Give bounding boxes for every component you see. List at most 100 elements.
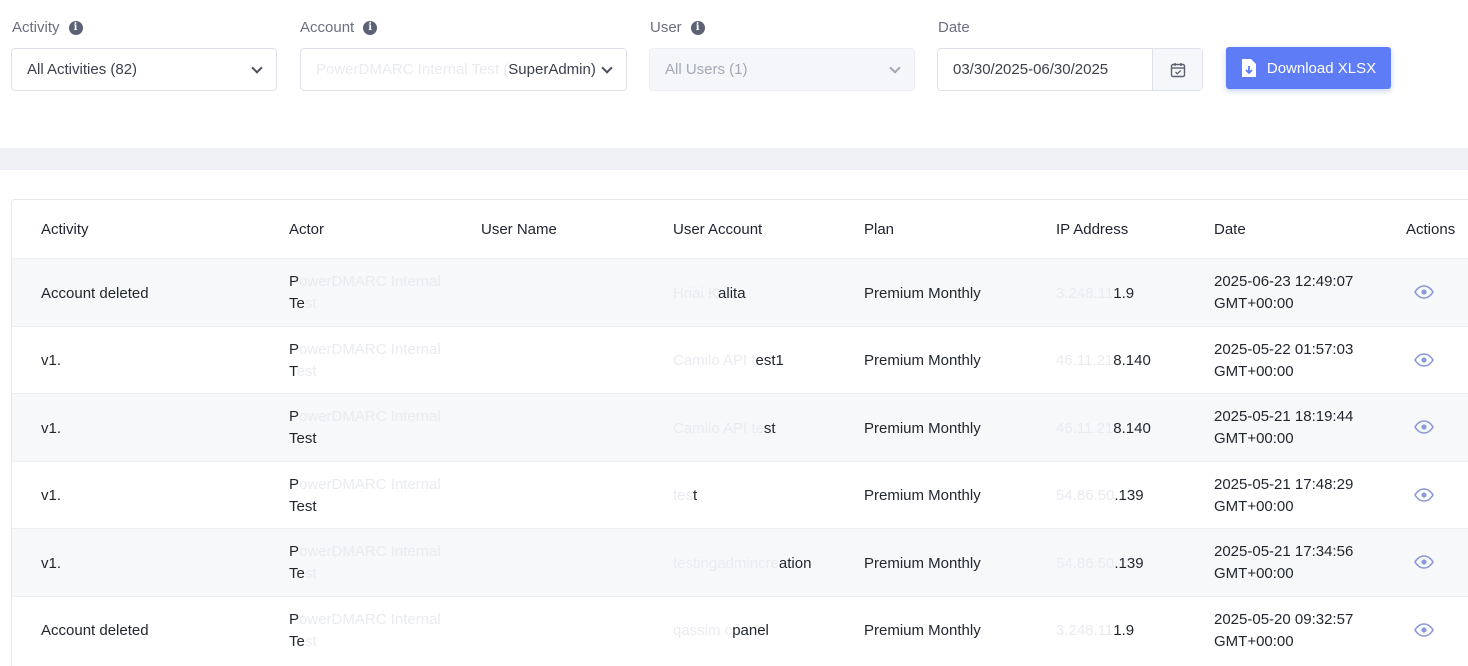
cell-plan: Premium Monthly: [864, 554, 981, 572]
date-line-2: GMT+00:00: [1214, 362, 1294, 380]
header-user-name: User Name: [481, 220, 557, 238]
calendar-icon: [1170, 62, 1185, 77]
cell-actor: PowerDMARC Internal Test: [289, 462, 441, 530]
cell-ip-address: 3.248.11 1.9: [1056, 284, 1135, 302]
cell-user-account: Camilo API t est1: [673, 352, 784, 369]
activity-select-value: All Activities (82): [27, 61, 138, 78]
cell-actor: PowerDMARC Internal Test: [289, 259, 441, 327]
cell-ip-address: 3.248.11 1.9: [1056, 622, 1135, 639]
account-filter-label: Account i: [300, 19, 378, 36]
cell-date: 2025-05-21 18:19:44 GMT+00:00: [1214, 394, 1353, 462]
activity-log-table: Activity Actor User Name User Account Pl…: [11, 199, 1468, 666]
date-line-2: GMT+00:00: [1214, 632, 1294, 650]
cell-plan: Premium Monthly: [864, 487, 981, 504]
actor-line-1: PowerDMARC Internal: [289, 610, 441, 628]
actor-line-2: Test: [289, 497, 317, 515]
actor-line-2: Test: [289, 565, 317, 582]
actor-line-2: Test: [289, 632, 317, 650]
actor-line-2: Test: [289, 295, 317, 312]
actor-line-1: PowerDMARC Internal: [289, 340, 441, 358]
date-line-1: 2025-05-22 01:57:03: [1214, 340, 1354, 358]
header-actor: Actor: [289, 220, 325, 238]
cell-activity: v1.: [41, 487, 62, 504]
actor-line-1: PowerDMARC Internal: [289, 543, 441, 560]
eye-icon[interactable]: [1414, 487, 1434, 506]
section-divider: [0, 148, 1468, 170]
user-select-value: All Users (1): [665, 61, 748, 78]
cell-date: 2025-06-23 12:49:07 GMT+00:00: [1214, 259, 1353, 327]
cell-user-account: tes t: [673, 487, 698, 504]
table-row: v1. PowerDMARC Internal Test testingadmincr…: [12, 528, 1468, 596]
cell-date: 2025-05-22 01:57:03 GMT+00:00: [1214, 327, 1353, 395]
date-label-text: Date: [938, 19, 970, 36]
cell-date: 2025-05-20 09:32:57 GMT+00:00: [1214, 597, 1353, 665]
file-download-icon: [1241, 59, 1256, 77]
info-icon[interactable]: i: [363, 20, 378, 35]
cell-user-account: Hriai Kalita: [673, 284, 746, 302]
date-line-1: 2025-06-23 12:49:07: [1214, 273, 1354, 290]
table-row: v1. PowerDMARC Internal Test Camilo API tes…: [12, 393, 1468, 461]
cell-actor: PowerDMARC Internal Test: [289, 327, 441, 395]
activity-select[interactable]: All Activities (82): [11, 48, 277, 91]
actor-line-2: Test: [289, 362, 317, 380]
table-row: Account deleted PowerDMARC Internal Test qa…: [12, 595, 1468, 665]
cell-actor: PowerDMARC Internal Test: [289, 529, 441, 597]
date-line-2: GMT+00:00: [1214, 430, 1294, 447]
actor-line-1: PowerDMARC Internal: [289, 475, 441, 493]
calendar-button[interactable]: [1152, 49, 1202, 90]
cell-actor: PowerDMARC Internal Test: [289, 597, 441, 665]
actor-line-2: Test: [289, 430, 317, 447]
account-select[interactable]: PowerDMARC Internal Test (SuperAdmin): [300, 48, 627, 91]
cell-user-account: Camilo API te st: [673, 419, 776, 437]
cell-ip-address: 54.86.50.139: [1056, 487, 1144, 504]
info-icon[interactable]: i: [690, 20, 705, 35]
header-actions: Actions: [1406, 220, 1456, 238]
eye-icon[interactable]: [1414, 555, 1434, 573]
date-line-1: 2025-05-21 17:48:29: [1214, 475, 1354, 493]
cell-activity: v1.: [41, 419, 62, 437]
cell-activity: v1.: [41, 352, 62, 369]
cell-ip-address: 46.11.21 8.140: [1056, 352, 1151, 369]
date-filter-label: Date: [938, 19, 970, 36]
download-button-label: Download XLSX: [1266, 59, 1377, 77]
cell-plan: Premium Monthly: [864, 622, 981, 639]
activity-label-text: Activity: [12, 19, 60, 36]
cell-date: 2025-05-21 17:48:29 GMT+00:00: [1214, 462, 1353, 530]
info-icon[interactable]: i: [68, 20, 83, 35]
cell-user-account: qassim c panel: [673, 622, 769, 639]
user-filter-label: User i: [650, 19, 705, 36]
account-value-faded: PowerDMARC Internal Test (: [316, 61, 509, 78]
cell-activity: v1.: [41, 554, 62, 572]
eye-icon[interactable]: [1414, 285, 1434, 303]
date-range-input[interactable]: 03/30/2025-06/30/2025: [938, 49, 1152, 90]
account-label-text: Account: [300, 19, 355, 36]
chevron-down-icon: [601, 61, 613, 74]
cell-activity: Account deleted: [41, 622, 149, 639]
cell-actor: PowerDMARC Internal Test: [289, 394, 441, 462]
eye-icon[interactable]: [1414, 352, 1434, 371]
account-value-visible: SuperAdmin): [508, 61, 596, 78]
eye-icon[interactable]: [1414, 420, 1434, 438]
user-select[interactable]: All Users (1): [649, 48, 915, 91]
actor-line-1: PowerDMARC Internal: [289, 273, 441, 290]
user-label-text: User: [650, 19, 682, 36]
date-line-1: 2025-05-21 17:34:56: [1214, 543, 1354, 560]
header-activity: Activity: [41, 220, 89, 238]
date-line-1: 2025-05-21 18:19:44: [1214, 408, 1354, 425]
date-range-picker[interactable]: 03/30/2025-06/30/2025: [937, 48, 1203, 91]
header-user-account: User Account: [673, 220, 763, 238]
date-line-2: GMT+00:00: [1214, 497, 1294, 515]
date-line-2: GMT+00:00: [1214, 565, 1294, 582]
cell-user-account: testingadmincre ation: [673, 554, 812, 572]
actor-line-1: PowerDMARC Internal: [289, 408, 441, 425]
account-select-value: PowerDMARC Internal Test (SuperAdmin): [316, 61, 603, 78]
date-line-1: 2025-05-20 09:32:57: [1214, 610, 1354, 628]
header-plan: Plan: [864, 220, 895, 238]
table-row: v1. PowerDMARC Internal Test tes t Premium Mo…: [12, 460, 1468, 530]
header-ip-address: IP Address: [1056, 220, 1129, 238]
eye-icon[interactable]: [1414, 622, 1434, 641]
download-xlsx-button[interactable]: Download XLSX: [1226, 47, 1391, 89]
chevron-down-icon: [889, 61, 901, 74]
cell-plan: Premium Monthly: [864, 284, 981, 302]
activity-filter-label: Activity i: [12, 19, 83, 36]
